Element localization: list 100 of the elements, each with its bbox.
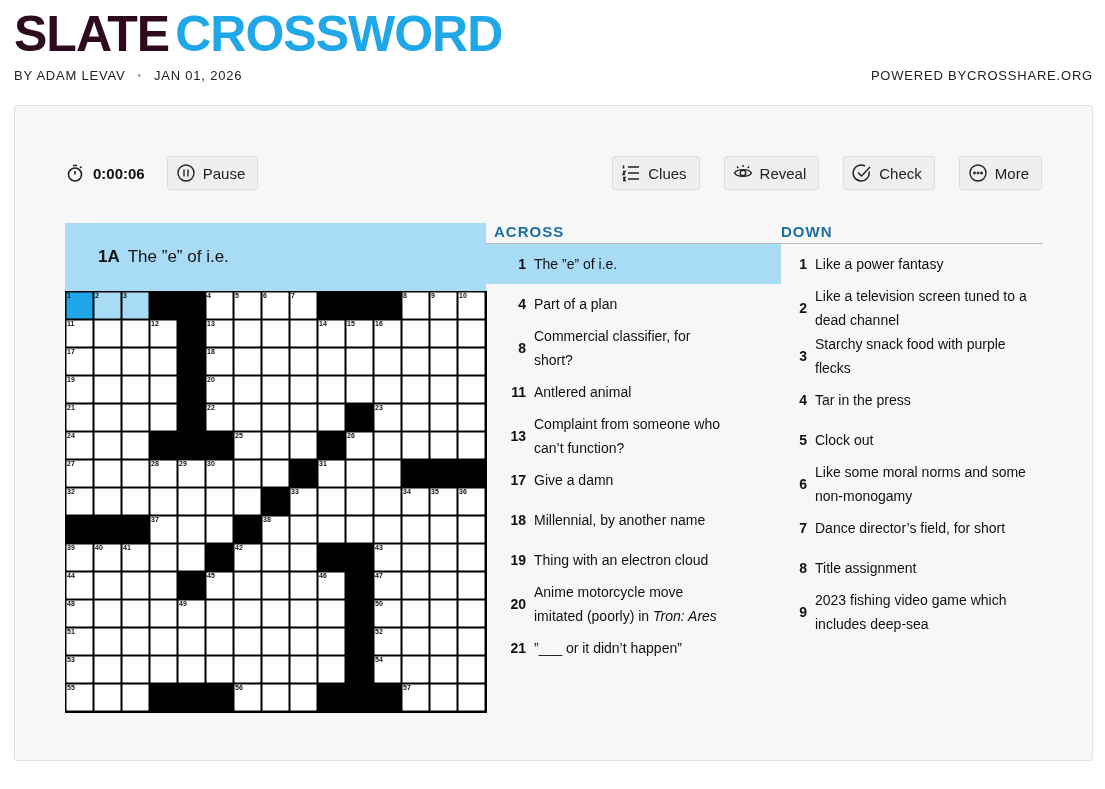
grid-cell[interactable] — [262, 656, 290, 684]
grid-cell[interactable] — [374, 348, 402, 376]
grid-cell[interactable] — [402, 544, 430, 572]
grid-cell[interactable] — [94, 684, 122, 712]
grid-cell[interactable] — [430, 572, 458, 600]
grid-cell[interactable] — [122, 600, 150, 628]
grid-cell[interactable] — [234, 460, 262, 488]
grid-cell[interactable] — [458, 544, 486, 572]
grid-cell[interactable] — [234, 628, 262, 656]
grid-cell[interactable] — [374, 460, 402, 488]
grid-cell[interactable] — [290, 348, 318, 376]
grid-cell[interactable] — [318, 628, 346, 656]
grid-cell[interactable] — [150, 544, 178, 572]
grid-cell[interactable] — [318, 488, 346, 516]
grid-cell[interactable] — [206, 516, 234, 544]
grid-cell[interactable] — [122, 488, 150, 516]
grid-cell[interactable] — [178, 516, 206, 544]
grid-cell[interactable] — [262, 460, 290, 488]
grid-cell[interactable] — [430, 404, 458, 432]
grid-cell[interactable] — [430, 544, 458, 572]
grid-cell[interactable] — [290, 432, 318, 460]
grid-cell[interactable] — [150, 572, 178, 600]
grid-cell[interactable] — [430, 656, 458, 684]
grid-cell[interactable] — [458, 376, 486, 404]
grid-cell[interactable] — [430, 432, 458, 460]
grid-cell[interactable] — [458, 600, 486, 628]
grid-cell[interactable] — [94, 376, 122, 404]
grid-cell[interactable] — [290, 376, 318, 404]
grid-cell[interactable] — [458, 432, 486, 460]
grid-cell[interactable] — [234, 376, 262, 404]
grid-cell[interactable] — [430, 600, 458, 628]
grid-cell[interactable] — [94, 656, 122, 684]
grid-cell[interactable] — [402, 320, 430, 348]
grid-cell[interactable] — [458, 656, 486, 684]
grid-cell[interactable] — [346, 376, 374, 404]
grid-cell[interactable] — [150, 628, 178, 656]
grid-cell[interactable] — [318, 600, 346, 628]
grid-cell[interactable] — [318, 376, 346, 404]
grid-cell[interactable] — [346, 348, 374, 376]
grid-cell[interactable] — [374, 516, 402, 544]
grid-cell[interactable] — [122, 404, 150, 432]
grid-cell[interactable] — [262, 376, 290, 404]
grid-cell[interactable] — [318, 516, 346, 544]
grid-cell[interactable] — [234, 656, 262, 684]
grid-cell[interactable] — [290, 684, 318, 712]
grid-cell[interactable] — [290, 600, 318, 628]
grid-cell[interactable] — [430, 348, 458, 376]
grid-cell[interactable] — [122, 320, 150, 348]
grid-cell[interactable] — [290, 572, 318, 600]
grid-cell[interactable] — [94, 600, 122, 628]
grid-cell[interactable] — [458, 572, 486, 600]
grid-cell[interactable] — [178, 656, 206, 684]
grid-cell[interactable] — [234, 600, 262, 628]
grid-cell[interactable] — [430, 684, 458, 712]
grid-cell[interactable] — [290, 404, 318, 432]
grid-cell[interactable] — [374, 432, 402, 460]
grid-cell[interactable] — [290, 544, 318, 572]
grid-cell[interactable] — [150, 600, 178, 628]
grid-cell[interactable] — [206, 488, 234, 516]
grid-cell[interactable] — [402, 656, 430, 684]
grid-cell[interactable] — [318, 656, 346, 684]
grid-cell[interactable] — [94, 320, 122, 348]
grid-cell[interactable] — [262, 684, 290, 712]
grid-cell[interactable] — [122, 348, 150, 376]
grid-cell[interactable] — [122, 656, 150, 684]
grid-cell[interactable] — [458, 404, 486, 432]
grid-cell[interactable] — [178, 544, 206, 572]
grid-cell[interactable] — [94, 404, 122, 432]
grid-cell[interactable] — [262, 600, 290, 628]
grid-cell[interactable] — [178, 628, 206, 656]
grid-cell[interactable] — [150, 488, 178, 516]
clues-button[interactable]: Clues — [612, 156, 700, 190]
grid-cell[interactable] — [262, 572, 290, 600]
grid-cell[interactable] — [290, 516, 318, 544]
grid-cell[interactable] — [206, 600, 234, 628]
grid-cell[interactable] — [122, 460, 150, 488]
grid-cell[interactable] — [374, 488, 402, 516]
grid-cell[interactable] — [150, 376, 178, 404]
pause-button[interactable]: Pause — [166, 156, 259, 190]
grid-cell[interactable] — [402, 600, 430, 628]
grid-cell[interactable] — [94, 460, 122, 488]
grid-cell[interactable] — [402, 348, 430, 376]
grid-cell[interactable] — [234, 348, 262, 376]
grid-cell[interactable] — [262, 320, 290, 348]
grid-cell[interactable] — [122, 572, 150, 600]
grid-cell[interactable] — [318, 404, 346, 432]
grid-cell[interactable] — [94, 628, 122, 656]
grid-cell[interactable] — [234, 572, 262, 600]
grid-cell[interactable] — [234, 320, 262, 348]
grid-cell[interactable] — [262, 404, 290, 432]
grid-cell[interactable] — [458, 320, 486, 348]
grid-cell[interactable] — [458, 348, 486, 376]
grid-cell[interactable] — [430, 516, 458, 544]
reveal-button[interactable]: Reveal — [723, 156, 820, 190]
grid-cell[interactable] — [430, 376, 458, 404]
grid-cell[interactable] — [402, 628, 430, 656]
grid-cell[interactable] — [458, 628, 486, 656]
grid-cell[interactable] — [206, 656, 234, 684]
grid-cell[interactable] — [262, 628, 290, 656]
grid-cell[interactable] — [94, 572, 122, 600]
